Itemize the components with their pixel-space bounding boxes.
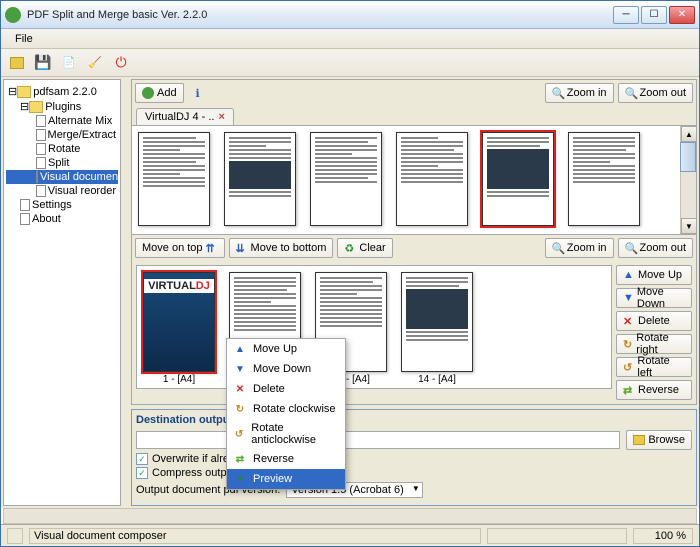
status-indicator [7,528,23,544]
status-progress [487,528,627,544]
destination-panel: Destination output fil Browse ✓Overwrite… [131,409,697,506]
clear-button[interactable]: ♻Clear [337,238,392,258]
tree-item-visualdoc[interactable]: Visual document [6,170,118,184]
scroll-up-icon[interactable]: ▲ [681,126,697,142]
tree-item-visualreorder[interactable]: Visual reorder [6,184,118,198]
status-percent: 100 % [633,528,693,544]
tree-root[interactable]: ⊟ pdfsam 2.2.0 [6,84,118,99]
context-move-up[interactable]: ▲Move Up [227,339,345,359]
context-move-down[interactable]: ▼Move Down [227,359,345,379]
close-tab-icon[interactable]: × [219,111,225,123]
source-thumb-6[interactable] [568,132,640,226]
horizontal-scrollbar[interactable] [3,508,697,524]
context-menu: ▲Move Up ▼Move Down ✕Delete ↻Rotate cloc… [226,338,346,490]
source-thumb-4[interactable] [396,132,468,226]
minimize-button[interactable]: ─ [613,6,639,24]
zoom-out-button[interactable]: 🔍Zoom out [618,83,693,103]
compress-checkbox[interactable]: ✓Compress output file/files [136,467,692,479]
source-tabset: VirtualDJ 4 - ..× [131,106,697,125]
source-thumb-2[interactable] [224,132,296,226]
source-toolbar: Add ℹ 🔍Zoom in 🔍Zoom out [131,79,697,106]
reverse-button[interactable]: ⇄Reverse [616,380,692,400]
status-bar: Visual document composer 100 % [1,524,699,546]
delete-button[interactable]: ✕Delete [616,311,692,331]
tree-item-split[interactable]: Split [6,156,118,170]
tree-about[interactable]: About [6,212,118,226]
source-thumb-area: ▲ ▼ [131,125,697,235]
tree-settings[interactable]: Settings [6,198,118,212]
app-toolbar: 💾 📄 🧹 ⏻ [1,49,699,77]
move-to-bottom-button[interactable]: ⇊Move to bottom [229,238,334,258]
toolbar-open-icon[interactable] [7,53,27,73]
zoom-out-button-2[interactable]: 🔍Zoom out [618,238,693,258]
zoom-in-button[interactable]: 🔍Zoom in [545,83,614,103]
toolbar-log-icon[interactable]: 📄 [59,53,79,73]
move-up-button[interactable]: ▲Move Up [616,265,692,285]
function-column: ▲Move Up ▼Move Down ✕Delete ↻Rotate righ… [616,265,692,400]
window-titlebar: PDF Split and Merge basic Ver. 2.2.0 ─ ☐… [1,1,699,29]
maximize-button[interactable]: ☐ [641,6,667,24]
source-vscroll[interactable]: ▲ ▼ [680,126,696,234]
add-button[interactable]: Add [135,83,184,103]
toolbar-save-icon[interactable]: 💾 [33,53,53,73]
tree-plugins[interactable]: ⊟ Plugins [6,99,118,114]
scroll-down-icon[interactable]: ▼ [681,218,697,234]
menubar: File [1,29,699,49]
tree-item-altmix[interactable]: Alternate Mix [6,114,118,128]
dest-thumb-area: VIRTUALDJ 1 - [A4] 22 - [A4] 14 - [A4] [136,265,612,389]
zoom-in-button-2[interactable]: 🔍Zoom in [545,238,614,258]
info-icon[interactable]: ℹ [188,83,208,103]
dest-thumb-1[interactable]: VIRTUALDJ 1 - [A4] [143,272,215,385]
browse-button[interactable]: Browse [626,430,692,450]
source-tab[interactable]: VirtualDJ 4 - ..× [136,108,234,125]
context-rotate-cw[interactable]: ↻Rotate clockwise [227,399,345,419]
window-title: PDF Split and Merge basic Ver. 2.2.0 [27,9,613,21]
menu-file[interactable]: File [7,31,41,47]
source-thumb-1[interactable] [138,132,210,226]
move-on-top-button[interactable]: Move on top⇈ [135,238,225,258]
source-thumb-5[interactable] [482,132,554,226]
context-delete[interactable]: ✕Delete [227,379,345,399]
tree-item-rotate[interactable]: Rotate [6,142,118,156]
tree-pane: ⊟ pdfsam 2.2.0 ⊟ Plugins Alternate Mix M… [3,79,121,506]
splitter[interactable] [123,77,131,508]
rotate-right-button[interactable]: ↻Rotate right [616,334,692,354]
scroll-thumb[interactable] [680,142,696,172]
status-text: Visual document composer [29,528,481,544]
overwrite-checkbox[interactable]: ✓Overwrite if already exists [136,453,692,465]
close-button[interactable]: ✕ [669,6,695,24]
rotate-left-button[interactable]: ↺Rotate left [616,357,692,377]
context-preview[interactable]: ✦Preview [227,469,345,489]
toolbar-exit-icon[interactable]: ⏻ [111,53,131,73]
app-icon [5,7,21,23]
source-thumb-3[interactable] [310,132,382,226]
tree-item-merge[interactable]: Merge/Extract [6,128,118,142]
context-reverse[interactable]: ⇄Reverse [227,449,345,469]
dest-toolbar: Move on top⇈ ⇊Move to bottom ♻Clear 🔍Zoo… [131,235,697,261]
context-rotate-acw[interactable]: ↺Rotate anticlockwise [227,419,345,449]
destination-input[interactable] [136,431,620,449]
dest-thumb-4[interactable]: 14 - [A4] [401,272,473,385]
destination-title: Destination output fil [136,414,692,426]
move-down-button[interactable]: ▼Move Down [616,288,692,308]
toolbar-clear-icon[interactable]: 🧹 [85,53,105,73]
